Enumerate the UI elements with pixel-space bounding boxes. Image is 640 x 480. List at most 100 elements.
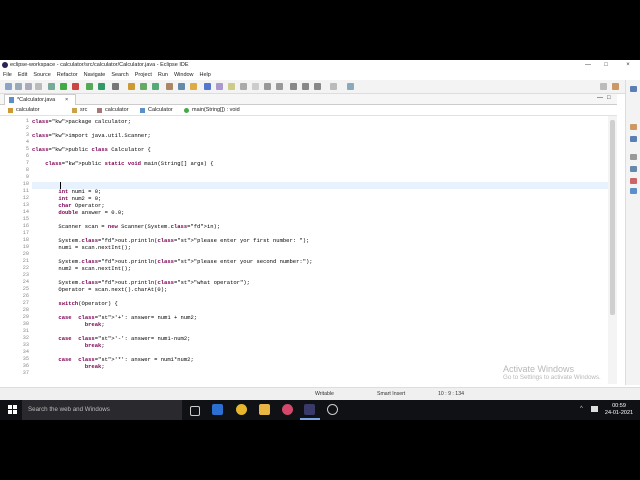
code-line: break; <box>84 363 105 370</box>
line-number: 36 <box>22 363 29 369</box>
coverage-icon[interactable] <box>98 83 105 90</box>
code-editor[interactable]: class="kw">package calculator; class="kw"… <box>32 116 608 384</box>
task-icon[interactable] <box>190 83 197 90</box>
whitespace-icon[interactable] <box>240 83 247 90</box>
close-button[interactable]: × <box>620 60 636 70</box>
tab-calculator-java[interactable]: *Calculator.java × <box>4 94 76 105</box>
restore-icon[interactable] <box>630 86 637 92</box>
line-number-gutter: 1 2 3 4 5 6 7 8 9 10 11 12 13 14 15 16 17 18 19 20 21 22 23 24 2… <box>0 116 32 384</box>
menu-edit[interactable]: Edit <box>15 70 30 80</box>
app-icon[interactable] <box>282 404 293 415</box>
prev-annotation-icon[interactable] <box>276 83 283 90</box>
obs-icon[interactable] <box>327 404 338 415</box>
tab-close-icon[interactable]: × <box>65 95 68 105</box>
breadcrumb-project[interactable]: calculator <box>16 105 40 115</box>
run-icon[interactable] <box>60 83 67 90</box>
minimize-button[interactable]: — <box>580 60 596 70</box>
file-explorer-icon[interactable] <box>259 404 270 415</box>
new-java-project-icon[interactable] <box>128 83 135 90</box>
breadcrumb-toggle-icon[interactable] <box>216 83 223 90</box>
next-annotation-icon[interactable] <box>264 83 271 90</box>
code-line: int num2 = 0; <box>58 195 102 202</box>
line-number: 22 <box>22 265 29 271</box>
menu-source[interactable]: Source <box>30 70 53 80</box>
open-type-icon[interactable] <box>166 83 173 90</box>
maximize-editor-icon[interactable]: □ <box>607 95 611 101</box>
taskbar-clock[interactable]: 00:59 24-01-2021 <box>602 403 636 417</box>
eclipse-logo-icon <box>2 62 8 68</box>
clock-time: 00:59 <box>612 403 626 409</box>
java-perspective-icon[interactable] <box>612 83 619 90</box>
save-all-icon[interactable] <box>25 83 32 90</box>
menu-window[interactable]: Window <box>171 70 197 80</box>
new-class-icon[interactable] <box>152 83 159 90</box>
open-perspective-icon[interactable] <box>347 83 354 90</box>
search-icon[interactable] <box>178 83 185 90</box>
back-icon[interactable] <box>302 83 309 90</box>
outlook-icon[interactable] <box>212 404 223 415</box>
line-number: 19 <box>22 244 29 250</box>
line-number: 3 <box>25 132 29 138</box>
breadcrumb-package[interactable]: calculator <box>105 105 129 115</box>
taskbar-search-box[interactable]: Search the web and Windows <box>22 400 182 420</box>
search-placeholder: Search the web and Windows <box>28 406 110 413</box>
windows-start-icon[interactable] <box>8 405 17 414</box>
menu-file[interactable]: File <box>0 70 15 80</box>
stop-icon[interactable] <box>72 83 79 90</box>
line-number: 21 <box>22 258 29 264</box>
external-tools-icon[interactable] <box>112 83 119 90</box>
line-number: 8 <box>25 167 29 173</box>
breadcrumb-method[interactable]: main(String[]) : void <box>192 105 240 115</box>
line-number: 28 <box>22 307 29 313</box>
line-number: 20 <box>22 251 29 257</box>
block-select-icon[interactable] <box>252 83 259 90</box>
line-number: 25 <box>22 286 29 292</box>
scrollbar-thumb[interactable] <box>610 120 615 315</box>
console-icon[interactable] <box>630 188 637 194</box>
eclipse-taskbar-icon[interactable] <box>304 404 315 415</box>
new-icon[interactable] <box>5 83 12 90</box>
menu-search[interactable]: Search <box>108 70 131 80</box>
minimize-editor-icon[interactable]: — <box>597 95 603 101</box>
forward-icon[interactable] <box>314 83 321 90</box>
code-line: case class="st">'*': answer = num1*num2; <box>58 356 194 363</box>
code-line: case class="st">'+': answer= num1 + num2… <box>58 314 198 321</box>
menu-help[interactable]: Help <box>197 70 214 80</box>
debug-icon[interactable] <box>48 83 55 90</box>
new-package-icon[interactable] <box>140 83 147 90</box>
highlight-icon[interactable] <box>228 83 235 90</box>
network-icon[interactable] <box>591 406 598 412</box>
declaration-icon[interactable] <box>630 178 637 184</box>
breadcrumb-class[interactable]: Calculator <box>148 105 173 115</box>
line-number: 11 <box>22 188 29 194</box>
last-edit-icon[interactable] <box>290 83 297 90</box>
line-number: 7 <box>25 160 29 166</box>
toggle-mark-icon[interactable] <box>204 83 211 90</box>
package-icon <box>97 108 102 113</box>
line-number: 31 <box>22 328 29 334</box>
javadoc-icon[interactable] <box>630 166 637 172</box>
line-number: 1 <box>25 118 29 124</box>
menu-run[interactable]: Run <box>155 70 171 80</box>
code-line: double answer = 0.0; <box>58 209 125 216</box>
line-number: 24 <box>22 279 29 285</box>
print-icon[interactable] <box>35 83 42 90</box>
run-button-icon[interactable] <box>86 83 93 90</box>
menu-refactor[interactable]: Refactor <box>54 70 81 80</box>
chrome-icon[interactable] <box>236 404 247 415</box>
menu-project[interactable]: Project <box>132 70 155 80</box>
task-list-icon[interactable] <box>630 136 637 142</box>
project-icon <box>8 108 13 113</box>
maximize-button[interactable]: □ <box>598 60 614 70</box>
task-view-icon[interactable] <box>190 406 200 416</box>
code-line: System.class="fd">out.println(class="st"… <box>32 237 310 244</box>
problems-icon[interactable] <box>630 154 637 160</box>
save-icon[interactable] <box>15 83 22 90</box>
breadcrumb-src[interactable]: src <box>80 105 87 115</box>
quick-access-icon[interactable] <box>600 83 607 90</box>
outline-icon[interactable] <box>630 124 637 130</box>
pin-icon[interactable] <box>330 83 337 90</box>
menu-navigate[interactable]: Navigate <box>81 70 109 80</box>
window-title: eclipse-workspace - calculator/src/calcu… <box>10 62 189 68</box>
system-tray-chevron-icon[interactable]: ^ <box>580 406 583 412</box>
